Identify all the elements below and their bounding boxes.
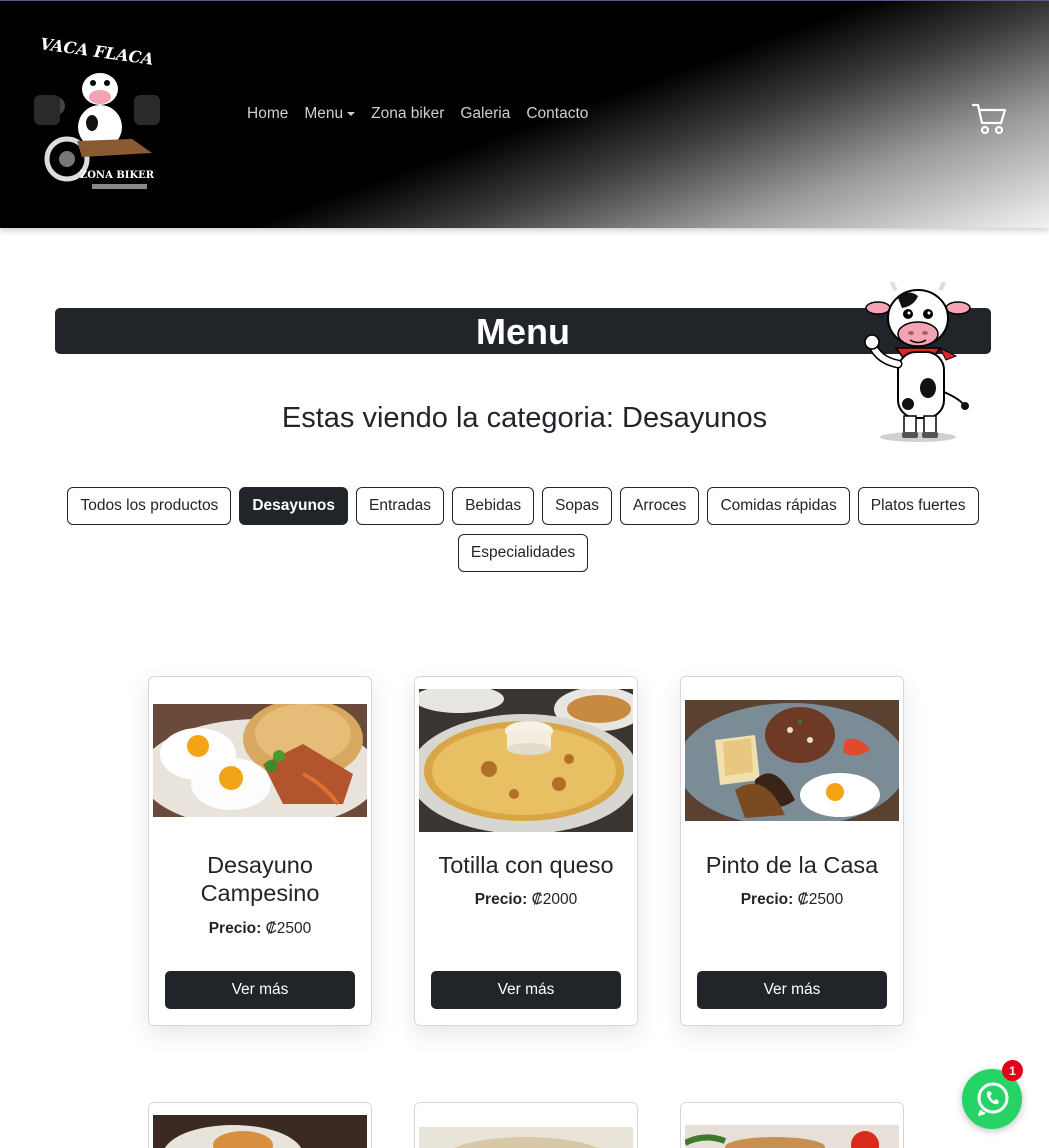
nav-zona-biker[interactable]: Zona biker <box>371 105 444 123</box>
product-name: Totilla con queso <box>438 852 614 878</box>
price-value: ₡2000 <box>531 891 578 908</box>
product-name: Desayuno Campesino <box>200 852 320 906</box>
category-subtitle: Estas viendo la categoria: Desayunos <box>281 402 768 434</box>
ver-mas-button[interactable]: Ver más <box>165 971 355 1009</box>
product-card: Pinto de la Casa Precio: ₡2500 Ver más <box>680 676 904 1026</box>
nav-menu-label: Menu <box>304 105 344 122</box>
page-title-bar: Menu <box>55 308 991 354</box>
category-arroces[interactable]: Arroces <box>620 487 700 525</box>
nav-menu-dropdown[interactable]: Menu <box>304 105 356 123</box>
product-image <box>685 1125 899 1148</box>
ver-mas-button[interactable]: Ver más <box>697 971 887 1009</box>
category-platos-fuertes[interactable]: Platos fuertes <box>857 487 979 525</box>
product-image <box>419 689 633 832</box>
product-image <box>153 704 367 817</box>
category-todos[interactable]: Todos los productos <box>67 487 232 525</box>
product-card <box>148 1102 372 1148</box>
ver-mas-button[interactable]: Ver más <box>431 971 621 1009</box>
price-label: Precio: <box>208 920 262 937</box>
product-card <box>680 1102 904 1148</box>
product-name: Pinto de la Casa <box>705 852 879 878</box>
category-filter: Todos los productos Desayunos Entradas B… <box>60 487 986 572</box>
price-value: ₡2500 <box>265 920 312 937</box>
site-header: VACA FLACA ZONA BIKER Home Menu Zona bik… <box>0 0 1049 228</box>
page-title: Menu <box>476 311 570 352</box>
caret-down-icon <box>347 112 356 116</box>
nav-contacto[interactable]: Contacto <box>526 105 588 123</box>
notification-badge: 1 <box>1002 1060 1023 1081</box>
product-price: Precio: ₡2500 <box>681 891 903 909</box>
nav-home[interactable]: Home <box>247 105 288 123</box>
category-entradas[interactable]: Entradas <box>356 487 445 525</box>
vaca-flaca-logo[interactable]: VACA FLACA ZONA BIKER <box>22 31 172 201</box>
product-card: Desayuno Campesino Precio: ₡2500 Ver más <box>148 676 372 1026</box>
price-label: Precio: <box>740 891 794 908</box>
product-image <box>419 1127 633 1148</box>
product-price: Precio: ₡2500 <box>149 920 371 938</box>
product-card: Totilla con queso Precio: ₡2000 Ver más <box>414 676 638 1026</box>
category-desayunos[interactable]: Desayunos <box>239 487 349 525</box>
category-especialidades[interactable]: Especialidades <box>457 534 589 572</box>
category-comidas-rapidas[interactable]: Comidas rápidas <box>707 487 850 525</box>
price-label: Precio: <box>474 891 528 908</box>
product-price: Precio: ₡2000 <box>415 891 637 909</box>
logo-title: VACA FLACA <box>39 34 155 69</box>
product-image <box>153 1115 367 1148</box>
product-image <box>685 700 899 821</box>
nav-galeria[interactable]: Galeria <box>460 105 510 123</box>
price-value: ₡2500 <box>797 891 844 908</box>
category-sopas[interactable]: Sopas <box>542 487 613 525</box>
category-bebidas[interactable]: Bebidas <box>452 487 535 525</box>
main-nav: Home Menu Zona biker Galeria Contacto <box>247 105 588 123</box>
shopping-cart-icon[interactable] <box>971 101 1007 135</box>
product-card <box>414 1102 638 1148</box>
logo-subtitle: ZONA BIKER <box>80 170 155 181</box>
